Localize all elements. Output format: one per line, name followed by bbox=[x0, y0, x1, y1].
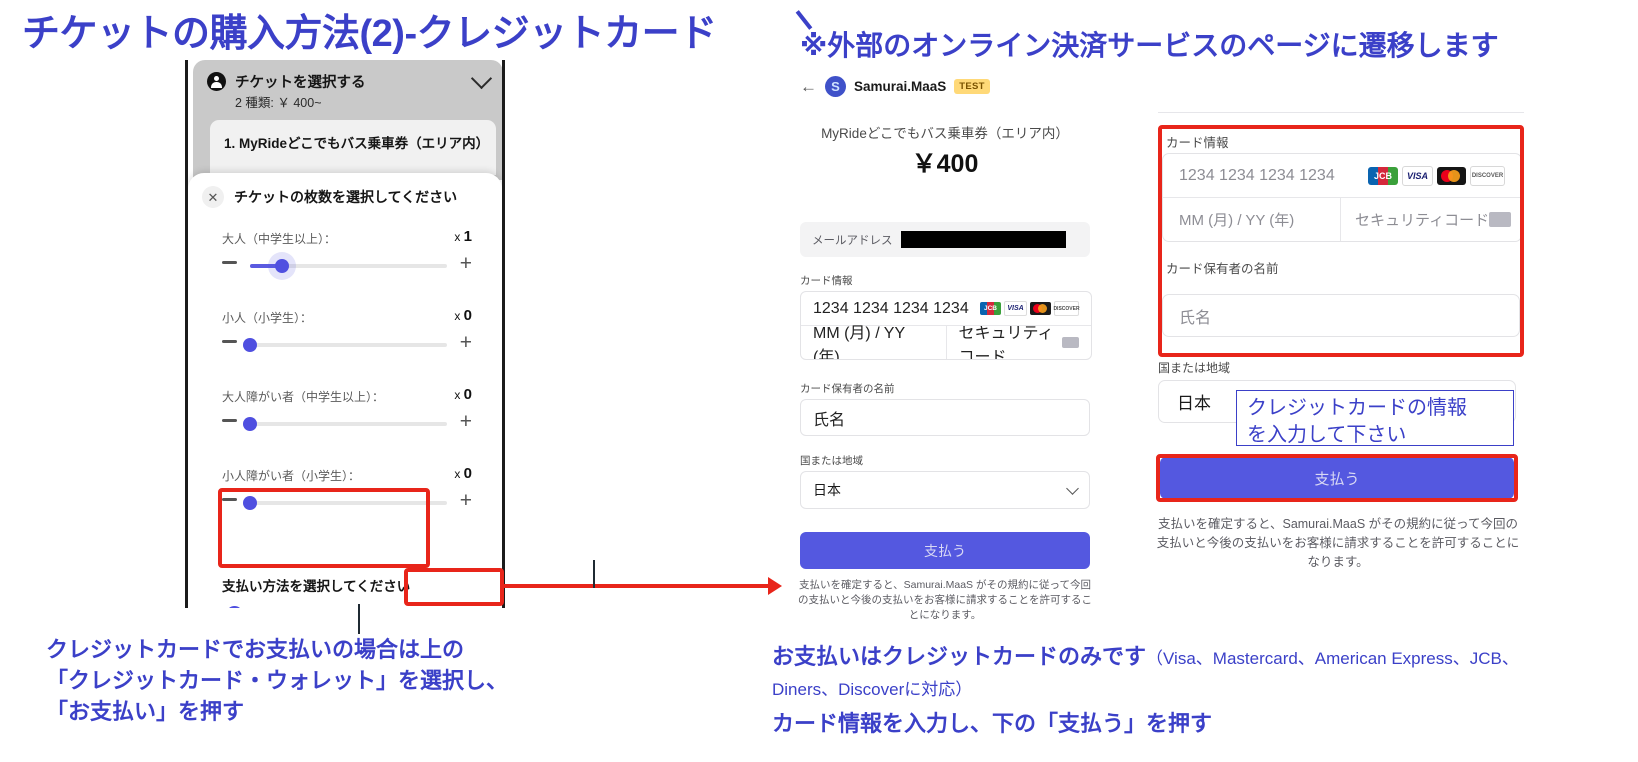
redacted-email-value bbox=[900, 231, 1066, 248]
slider-knob[interactable] bbox=[243, 417, 257, 431]
email-label: メールアドレス bbox=[812, 234, 893, 247]
slider-track[interactable] bbox=[243, 417, 447, 431]
ticket-selector-header[interactable]: チケットを選択する bbox=[207, 67, 493, 92]
brand-name: Samurai.MaaS bbox=[854, 79, 947, 94]
cvc-placeholder: セキュリティコード bbox=[958, 326, 1054, 359]
checkout-header: ← S Samurai.MaaS TEST bbox=[800, 76, 990, 97]
chevron-down-icon[interactable] bbox=[470, 67, 493, 90]
card-expiry-input[interactable]: MM (月) / YY (年) bbox=[801, 325, 947, 359]
quantity-label: 小人障がい者（小学生）： bbox=[222, 469, 361, 483]
highlight-zoom-pay-button bbox=[1156, 454, 1518, 502]
cardholder-name-label: カード保有者の名前 bbox=[800, 383, 895, 395]
email-field[interactable]: メールアドレス bbox=[800, 222, 1090, 257]
card-number-placeholder: 1234 1234 1234 1234 bbox=[813, 299, 969, 317]
zoom-disclaimer: 支払いを確定すると、Samurai.MaaS がその規約に従って今回の支払いと今… bbox=[1156, 517, 1520, 569]
quantity-label: 大人障がい者（中学生以上）： bbox=[222, 390, 385, 404]
caption-left: クレジットカードでお支払いの場合は上の 「クレジットカード・ウォレット」を選択し… bbox=[46, 637, 509, 725]
quantity-stepper[interactable]: + bbox=[222, 332, 472, 354]
test-mode-badge: TEST bbox=[954, 79, 990, 94]
caption-right-main: お支払いはクレジットカードのみです bbox=[772, 644, 1147, 669]
caption-right-primary: お支払いはクレジットカードのみです（Visa、Mastercard、Americ… bbox=[772, 642, 1532, 704]
country-select[interactable]: 日本 bbox=[800, 471, 1090, 509]
pointer-tick-right bbox=[593, 560, 595, 588]
checkout-disclaimer: 支払いを確定すると、Samurai.MaaS がその規約に従って今回の支払いと今… bbox=[798, 579, 1092, 622]
caption-right-secondary: カード情報を入力し、下の「支払う」を押す bbox=[772, 711, 1213, 736]
right-section-title: ※外部のオンライン決済サービスのページに遷移します bbox=[800, 30, 1499, 61]
minus-icon[interactable] bbox=[222, 419, 237, 422]
ticket-selector-panel: チケットを選択する 2 種類: ￥ 400~ 1. MyRideどこでもバス乗車… bbox=[193, 60, 502, 180]
ticket-list-item[interactable]: 1. MyRideどこでもバス乗車券（エリア内） bbox=[210, 120, 496, 175]
card-cvc-input[interactable]: セキュリティコード bbox=[947, 326, 1092, 359]
cvc-card-icon bbox=[1062, 337, 1079, 348]
slider-knob[interactable] bbox=[267, 252, 296, 280]
zoom-country-label: 国または地域 bbox=[1158, 361, 1231, 375]
close-icon[interactable]: ✕ bbox=[202, 186, 224, 208]
discover-icon: DISCOVER bbox=[1053, 301, 1080, 316]
slide-root: チケットの購入方法(2)-クレジットカード ※外部のオンライン決済サービスのペー… bbox=[0, 0, 1638, 762]
callout-enter-card-info: クレジットカードの情報 を入力して下さい bbox=[1236, 390, 1514, 446]
flow-arrow-line bbox=[503, 584, 768, 588]
card-info-label: カード情報 bbox=[800, 275, 853, 287]
quantity-sheet-header: ✕ チケットの枚数を選択してください bbox=[202, 186, 457, 208]
page-title: チケットの購入方法(2)-クレジットカード bbox=[22, 13, 717, 55]
pointer-tick-left bbox=[358, 604, 360, 634]
highlight-phone-pay-button bbox=[404, 568, 504, 606]
slider-track[interactable] bbox=[243, 338, 447, 352]
ticket-selector-subtitle: 2 種類: ￥ 400~ bbox=[235, 96, 322, 110]
plus-icon[interactable]: + bbox=[460, 332, 472, 353]
quantity-value: x 0 bbox=[454, 307, 472, 324]
plus-icon[interactable]: + bbox=[460, 490, 472, 511]
quantity-value: x 0 bbox=[454, 386, 472, 403]
person-icon bbox=[207, 72, 226, 91]
payment-option-credit-card[interactable]: クレジットカード・ウォレット bbox=[226, 605, 429, 608]
radio-selected-icon[interactable] bbox=[226, 606, 243, 608]
slider-knob[interactable] bbox=[243, 338, 257, 352]
slider-track[interactable] bbox=[250, 252, 447, 280]
quantity-sheet-title: チケットの枚数を選択してください bbox=[234, 189, 458, 205]
back-arrow-icon[interactable]: ← bbox=[800, 78, 817, 95]
card-brand-icons: JCB VISA DISCOVER bbox=[980, 301, 1080, 316]
visa-icon: VISA bbox=[1004, 301, 1027, 316]
mastercard-icon bbox=[1030, 302, 1051, 315]
country-label: 国または地域 bbox=[800, 455, 863, 467]
highlight-card-info-section bbox=[1158, 125, 1524, 357]
quantity-value: x 0 bbox=[454, 465, 472, 482]
quantity-value: x 1 bbox=[454, 228, 472, 245]
chevron-down-icon[interactable] bbox=[1066, 481, 1079, 495]
quantity-label: 小人（小学生）： bbox=[222, 311, 313, 325]
minus-icon[interactable] bbox=[222, 261, 237, 264]
highlight-payment-methods bbox=[218, 488, 430, 568]
card-info-group: 1234 1234 1234 1234 JCB VISA DISCOVER MM… bbox=[800, 291, 1092, 360]
payment-method-title: 支払い方法を選択してください bbox=[222, 579, 411, 594]
plus-icon[interactable]: + bbox=[460, 411, 472, 432]
cardholder-name-input[interactable]: 氏名 bbox=[800, 399, 1090, 436]
brand-logo-icon: S bbox=[825, 76, 846, 97]
plus-icon[interactable]: + bbox=[460, 253, 472, 274]
panel-divider bbox=[1158, 112, 1524, 113]
payment-option-label: クレジットカード・ウォレット bbox=[254, 605, 429, 608]
checkout-pay-button[interactable]: 支払う bbox=[800, 532, 1090, 569]
ticket-selector-title: チケットを選択する bbox=[235, 75, 366, 91]
checkout-price: ￥400 bbox=[911, 150, 979, 178]
quantity-stepper[interactable]: + bbox=[222, 411, 472, 433]
ticket-item-label: 1. MyRideどこでもバス乗車券（エリア内） bbox=[224, 136, 490, 151]
quantity-stepper[interactable]: + bbox=[222, 252, 472, 280]
expiry-placeholder: MM (月) / YY (年) bbox=[813, 324, 905, 360]
jcb-icon: JCB bbox=[980, 302, 1001, 315]
name-placeholder: 氏名 bbox=[813, 411, 846, 429]
flow-arrow-head bbox=[768, 577, 782, 595]
country-value: 日本 bbox=[813, 482, 841, 498]
minus-icon[interactable] bbox=[222, 340, 237, 343]
zoom-country-value: 日本 bbox=[1177, 394, 1211, 413]
quantity-label: 大人（中学生以上）： bbox=[222, 232, 337, 246]
checkout-product-name: MyRideどこでもバス乗車券（エリア内） bbox=[821, 126, 1069, 141]
